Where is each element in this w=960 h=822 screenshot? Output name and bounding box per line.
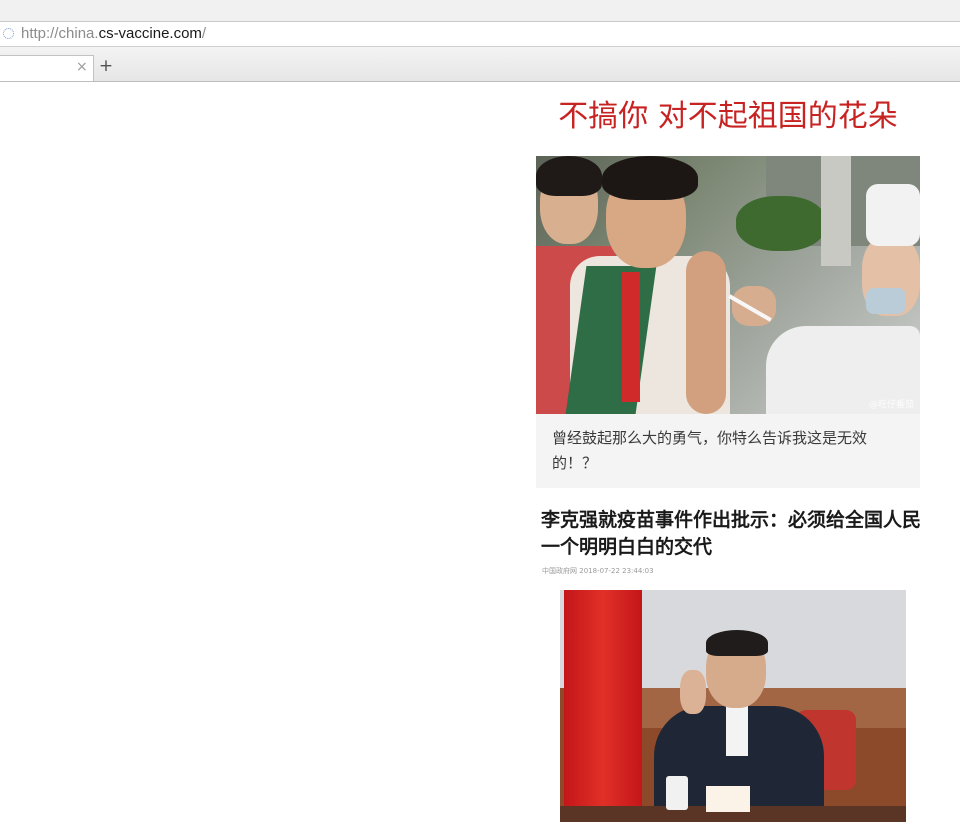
new-tab-button[interactable]: + <box>96 57 116 77</box>
photo-bg-column <box>821 156 851 266</box>
photo-red-flag <box>564 590 642 822</box>
photo-nameplate <box>706 786 750 812</box>
url-path: / <box>201 25 207 42</box>
close-icon[interactable]: × <box>76 59 88 75</box>
tab-strip: × + <box>0 47 960 82</box>
url-subdomain: china. <box>58 25 99 42</box>
photo-watermark: @旺仔番茄 <box>868 400 914 410</box>
byline-source: 中国政府网 <box>542 567 577 575</box>
photo-red-scarf <box>622 272 640 402</box>
meeting-photo[interactable] <box>560 590 906 822</box>
photo-hair <box>706 630 768 656</box>
window-top-strip <box>0 0 960 22</box>
article-byline: 中国政府网 2018-07-22 23:44:03 <box>542 566 654 576</box>
byline-time: 2018-07-22 23:44:03 <box>579 567 654 575</box>
photo-caption-box: 曾经鼓起那么大的勇气，你特么告诉我这是无效的！？ <box>536 414 920 488</box>
photo-child-main-hair <box>602 156 698 200</box>
photo-child-arm <box>686 251 726 414</box>
vaccination-photo[interactable]: @旺仔番茄 <box>536 156 920 414</box>
tab-active[interactable]: × <box>0 55 94 81</box>
url-host: cs-vaccine.com <box>98 25 202 42</box>
page-banner: 不搞你 对不起祖国的花朵 <box>558 99 898 134</box>
url-scheme: http:// <box>21 25 59 42</box>
address-bar[interactable]: http://china.cs-vaccine.com/ <box>0 22 960 47</box>
article-headline[interactable]: 李克强就疫苗事件作出批示：必须给全国人民一个明明白白的交代 <box>541 507 921 561</box>
page-loading-icon <box>3 28 14 39</box>
photo-bg-bush <box>736 196 826 251</box>
photo-cup <box>666 776 688 810</box>
photo-shirt <box>726 706 748 756</box>
photo-caption: 曾经鼓起那么大的勇气，你特么告诉我这是无效的！？ <box>552 429 868 472</box>
url-text[interactable]: http://china.cs-vaccine.com/ <box>21 25 206 43</box>
photo-nurse-mask <box>866 288 906 314</box>
photo-nurse-cap <box>866 184 920 246</box>
photo-raised-hand <box>680 670 706 714</box>
photo-child-left-hair <box>536 156 602 196</box>
